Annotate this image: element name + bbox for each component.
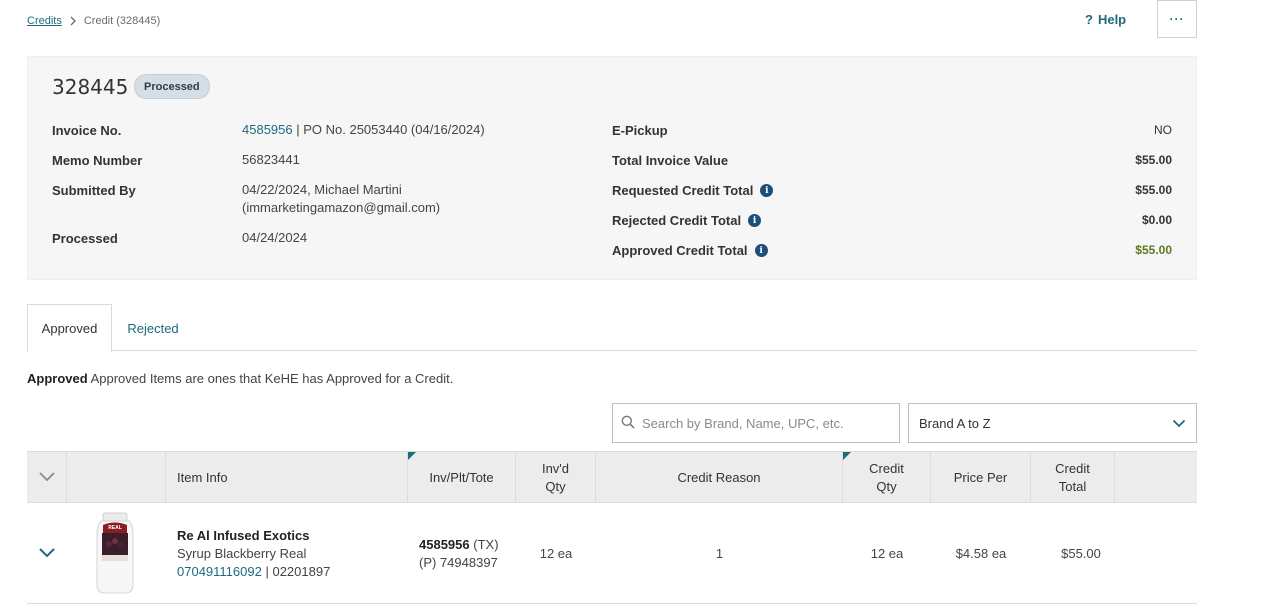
- expand-row-toggle[interactable]: [27, 503, 67, 604]
- info-icon[interactable]: i: [760, 184, 774, 197]
- rejected-credit-value: $0.00: [1141, 213, 1172, 227]
- item-codes: 070491116092 | 02201897: [177, 563, 330, 581]
- info-icon[interactable]: i: [748, 214, 762, 227]
- approved-credit-label: Approved Credit Total i: [612, 243, 768, 258]
- invoice-link[interactable]: 4585956: [242, 122, 293, 137]
- search-box: [612, 403, 900, 443]
- product-image: REAL: [93, 511, 137, 595]
- memo-value: 56823441: [242, 152, 300, 167]
- invd-qty-cell: 12 ea: [539, 546, 573, 561]
- header-credit-qty[interactable]: Credit Qty: [843, 452, 931, 504]
- item-number: | 02201897: [265, 563, 331, 579]
- header-price-per[interactable]: Price Per: [931, 452, 1031, 504]
- total-invoice-label: Total Invoice Value: [612, 153, 729, 168]
- breadcrumb-current: Credit (328445): [83, 15, 161, 27]
- memo-label: Memo Number: [52, 153, 143, 168]
- item-info-cell: Re Al Infused Exotics Syrup Blackberry R…: [177, 503, 408, 604]
- search-input[interactable]: [642, 415, 882, 431]
- header-invd-qty[interactable]: Inv'd Qty: [516, 452, 596, 504]
- item-brand: Re Al Infused Exotics: [177, 527, 310, 543]
- invoice-label: Invoice No.: [52, 123, 122, 138]
- credit-total-cell: $55.00: [1061, 546, 1101, 561]
- pallet-number: (P) 74948397: [419, 554, 498, 570]
- submitted-value: 04/22/2024, Michael Martini (immarketing…: [242, 181, 440, 217]
- table-header: Item Info Inv/Plt/Tote Inv'd Qty Credit R…: [27, 451, 1197, 504]
- help-link[interactable]: ? Help: [1085, 12, 1126, 27]
- approved-credit-value: $55.00: [1135, 243, 1172, 257]
- requested-credit-label: Requested Credit Total i: [612, 183, 774, 198]
- breadcrumb-credits-link[interactable]: Credits: [27, 15, 62, 27]
- processed-label: Processed: [52, 231, 118, 246]
- status-badge: Processed: [134, 74, 210, 99]
- chevron-down-icon: [38, 469, 56, 487]
- sort-select[interactable]: Brand A to Z: [908, 403, 1197, 443]
- invoice-number: 4585956 (TX): [419, 536, 499, 552]
- upc-link[interactable]: 070491116092: [177, 564, 262, 579]
- credit-qty-cell: 12 ea: [870, 546, 904, 561]
- header-item-info[interactable]: Item Info: [166, 452, 408, 504]
- expand-all-toggle[interactable]: [27, 452, 67, 504]
- credit-summary-panel: 328445 Processed Invoice No. 4585956 | P…: [27, 56, 1197, 280]
- chevron-down-icon: [38, 546, 56, 561]
- invoice-value: 4585956 | PO No. 25053440 (04/16/2024): [242, 121, 485, 139]
- column-flag-icon: [843, 452, 851, 460]
- table-row: REAL Re Al Infused Exotics Syrup Blackbe…: [27, 503, 1197, 604]
- submitted-email: (immarketingamazon@gmail.com): [242, 200, 441, 215]
- tab-approved[interactable]: Approved: [27, 304, 112, 352]
- header-credit-reason[interactable]: Credit Reason: [596, 452, 843, 504]
- inv-plt-tote-cell: 4585956 (TX) (P) 74948397: [419, 503, 516, 604]
- chevron-right-icon: [68, 16, 78, 26]
- tab-rejected[interactable]: Rejected: [117, 304, 189, 352]
- header-inv-plt-tote[interactable]: Inv/Plt/Tote: [408, 452, 516, 504]
- epickup-label: E-Pickup: [612, 123, 668, 138]
- invoice-po: | PO No. 25053440 (04/16/2024): [296, 122, 485, 137]
- total-invoice-value: $55.00: [1135, 153, 1172, 167]
- submitted-label: Submitted By: [52, 183, 136, 198]
- breadcrumb: Credits Credit (328445): [27, 15, 160, 27]
- credit-reason-cell: 1: [715, 546, 724, 561]
- product-image-label: REAL: [108, 525, 122, 531]
- column-flag-icon: [408, 452, 416, 460]
- header-image-column: [67, 452, 166, 504]
- rejected-credit-label: Rejected Credit Total i: [612, 213, 762, 228]
- epickup-value: NO: [1154, 123, 1172, 137]
- chevron-down-icon: [1172, 416, 1186, 431]
- processed-value: 04/24/2024: [242, 230, 308, 245]
- help-label: Help: [1097, 12, 1127, 27]
- submitted-date-name: 04/22/2024, Michael Martini: [242, 182, 402, 197]
- approved-description: Approved Approved Items are ones that Ke…: [27, 371, 454, 386]
- help-icon: ?: [1085, 12, 1093, 27]
- header-credit-total[interactable]: Credit Total: [1031, 452, 1115, 504]
- credit-id: 328445: [52, 75, 129, 99]
- price-per-cell: $4.58 ea: [955, 546, 1007, 561]
- more-options-button[interactable]: ···: [1157, 0, 1197, 38]
- sort-selected-value: Brand A to Z: [919, 415, 991, 431]
- search-icon: [621, 415, 635, 432]
- tab-bar: Approved Rejected: [27, 304, 1197, 352]
- item-description: Syrup Blackberry Real: [177, 545, 307, 561]
- info-icon[interactable]: i: [754, 244, 768, 257]
- requested-credit-value: $55.00: [1135, 183, 1172, 197]
